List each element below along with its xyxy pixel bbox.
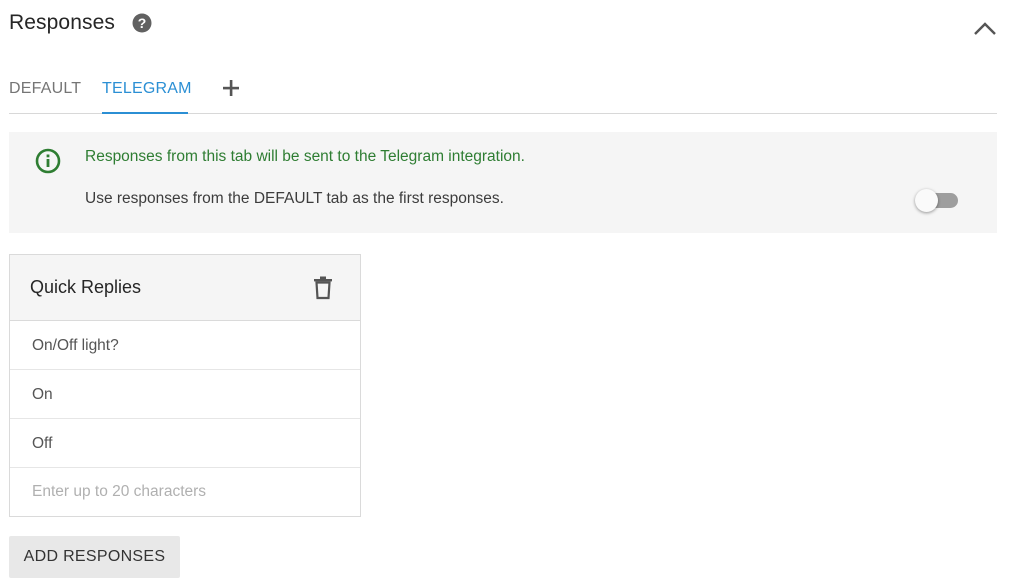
chevron-up-icon[interactable] xyxy=(970,14,1000,42)
use-default-toggle[interactable] xyxy=(915,189,959,212)
use-default-option-label: Use responses from the DEFAULT tab as th… xyxy=(85,190,504,207)
info-message: Responses from this tab will be sent to … xyxy=(85,148,525,165)
active-tab-indicator xyxy=(102,112,188,114)
page-title: Responses xyxy=(9,11,115,34)
quick-replies-card: Quick Replies On/Off light? On Off xyxy=(9,254,361,517)
quick-reply-row[interactable]: On/Off light? xyxy=(10,321,360,370)
toggle-knob xyxy=(915,189,938,212)
svg-text:?: ? xyxy=(138,15,147,31)
quick-reply-row[interactable]: Off xyxy=(10,419,360,468)
quick-reply-row[interactable]: On xyxy=(10,370,360,419)
quick-reply-new-row xyxy=(10,468,360,516)
integration-info-box: Responses from this tab will be sent to … xyxy=(9,132,997,233)
help-circle-icon[interactable]: ? xyxy=(132,13,152,33)
add-responses-button[interactable]: ADD RESPONSES xyxy=(9,536,180,578)
tab-telegram[interactable]: TELEGRAM xyxy=(102,80,192,98)
response-tabs: DEFAULT TELEGRAM xyxy=(9,66,997,114)
tab-default[interactable]: DEFAULT xyxy=(9,80,81,98)
quick-reply-text: On/Off light? xyxy=(32,337,119,354)
info-circle-icon xyxy=(35,148,61,174)
panel-header: Responses ? xyxy=(9,8,152,38)
responses-panel: Responses ? DEFAULT TELEGRAM Responses f… xyxy=(0,0,1035,588)
quick-reply-input[interactable] xyxy=(32,480,332,504)
trash-icon[interactable] xyxy=(312,276,334,300)
plus-icon[interactable] xyxy=(221,78,241,98)
quick-replies-title: Quick Replies xyxy=(30,277,142,297)
quick-reply-text: On xyxy=(32,386,53,403)
quick-replies-header: Quick Replies xyxy=(10,255,360,321)
quick-reply-text: Off xyxy=(32,435,53,452)
